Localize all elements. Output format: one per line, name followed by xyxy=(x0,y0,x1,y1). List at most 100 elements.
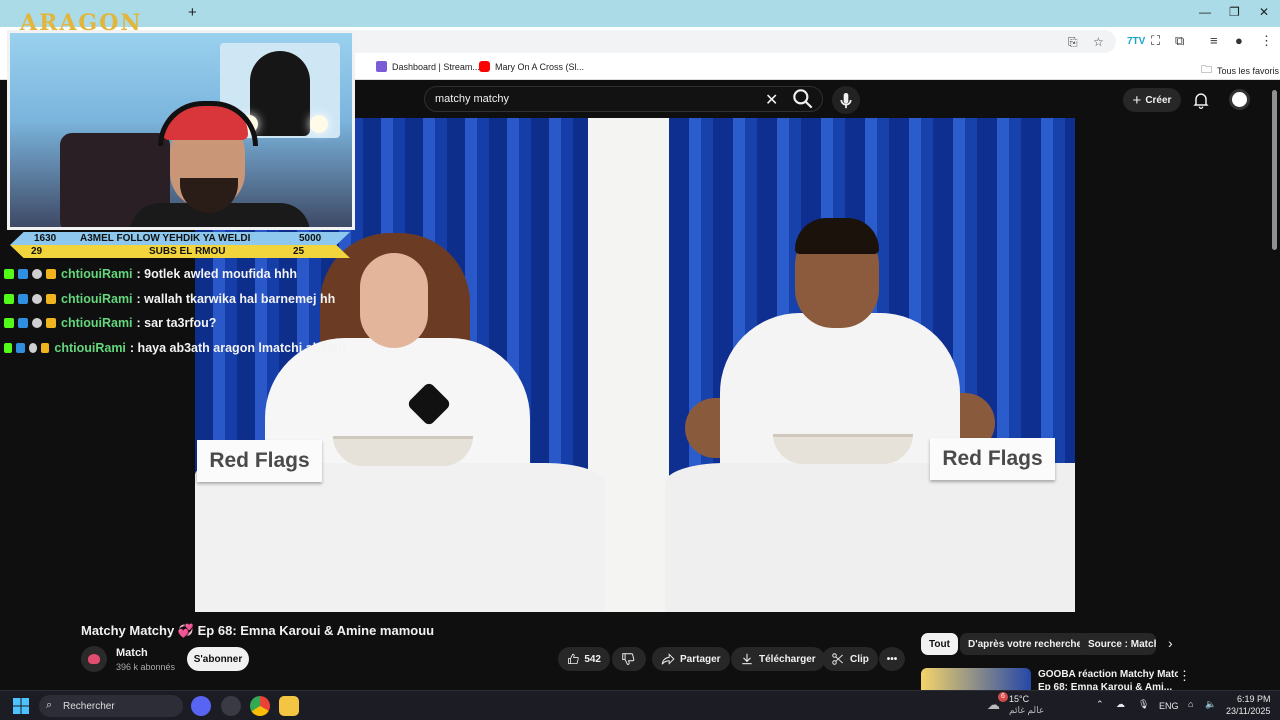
screenshot-extension-icon[interactable]: ⛶ xyxy=(1151,33,1160,49)
follow-goal-current: 1630 xyxy=(34,233,57,244)
poster-figure xyxy=(250,51,310,136)
bookmark-mary-on-a-cross[interactable]: Mary On A Cross (Sl... xyxy=(479,61,584,72)
table-right xyxy=(665,463,1075,612)
aragon-logo: ARAGON xyxy=(20,10,143,36)
network-icon[interactable]: ⌂ xyxy=(1188,699,1193,709)
streamlabs-icon xyxy=(376,61,387,72)
moderator-badge-icon xyxy=(16,342,25,353)
kick-badge-icon xyxy=(4,269,14,280)
weather-temperature: 15°C xyxy=(1009,694,1030,704)
discord-icon[interactable] xyxy=(191,696,211,716)
microphone-icon xyxy=(840,93,852,109)
extension-icon[interactable]: 7TV xyxy=(1127,36,1145,47)
bowl-right xyxy=(773,434,913,464)
microphone-tray-icon[interactable]: 🎙 xyxy=(1138,699,1149,710)
extensions-puzzle-icon[interactable]: ⧉ xyxy=(1175,33,1184,49)
filter-pill-related[interactable]: D'après votre recherche xyxy=(960,633,1091,655)
chevron-right-icon[interactable]: › xyxy=(1168,635,1173,651)
man-hair xyxy=(795,218,879,254)
moon-badge-icon xyxy=(32,293,42,304)
taskbar-search[interactable]: ⌕ Rechercher xyxy=(39,695,183,717)
windows-start-icon[interactable] xyxy=(13,698,29,714)
thumbs-down-icon xyxy=(622,653,635,665)
moderator-badge-icon xyxy=(18,293,28,304)
channel-avatar[interactable] xyxy=(81,646,107,672)
create-button[interactable]: + Créer xyxy=(1123,88,1181,112)
thumbs-up-icon xyxy=(568,653,579,665)
close-window-button[interactable]: ✕ xyxy=(1259,5,1269,19)
maximize-button[interactable]: ❐ xyxy=(1229,5,1240,19)
language-indicator[interactable]: ENG xyxy=(1159,701,1179,711)
install-app-icon[interactable]: ⎘ xyxy=(1068,35,1078,50)
bookmark-dashboard[interactable]: Dashboard | Stream... xyxy=(376,61,480,72)
volume-icon[interactable]: 🔈 xyxy=(1205,699,1216,710)
video-title-episode: Ep 68: Emna Karoui & Amine mamouu xyxy=(197,623,435,638)
minimize-button[interactable]: — xyxy=(1199,5,1211,19)
follow-goal-label: A3MEL FOLLOW YEHDIK YA WELDI xyxy=(80,233,251,244)
chat-username: chtiouiRami xyxy=(61,316,133,331)
bookmark-star-icon[interactable]: ☆ xyxy=(1093,35,1104,49)
chrome-icon[interactable] xyxy=(250,696,270,716)
onedrive-icon[interactable]: ☁ xyxy=(1116,699,1125,710)
like-button[interactable]: 542 xyxy=(558,647,610,671)
share-icon xyxy=(661,653,675,665)
chat-text: : wallah tkarwika hal barnemej hh xyxy=(136,291,336,306)
video-title: Matchy Matchy 💞 Ep 68: Emna Karoui & Ami… xyxy=(81,623,434,639)
channel-name[interactable]: Match xyxy=(116,647,148,659)
notifications-bell-icon[interactable] xyxy=(1191,90,1211,110)
chat-text: : haya ab3ath aragon lmatchi ab3ath xyxy=(129,340,346,355)
windows-taskbar: ⌕ Rechercher ☁ 6 15°C عالم غائم ⌃ ☁ 🎙 EN… xyxy=(0,690,1280,720)
rec-title-line2: Ep 68: Emna Karoui & Ami... xyxy=(1038,682,1173,690)
crown-badge-icon xyxy=(46,269,56,280)
dislike-button[interactable] xyxy=(612,647,646,671)
taskbar-search-label: Rechercher xyxy=(63,700,115,712)
all-bookmarks-folder[interactable]: 🗀 Tous les favoris xyxy=(1201,61,1279,80)
new-tab-button[interactable]: + xyxy=(188,4,197,21)
media-controls-icon[interactable]: ≡ xyxy=(1210,33,1218,48)
clock-date[interactable]: 23/11/2025 xyxy=(1226,706,1270,716)
chat-message: chtiouiRami : sar ta3rfou? xyxy=(0,311,346,336)
profile-extension-icon[interactable]: ● xyxy=(1235,33,1243,48)
browser-tab-bar: + — ❐ ✕ xyxy=(0,0,1280,27)
voice-search-button[interactable] xyxy=(832,86,860,114)
chat-username: chtiouiRami xyxy=(54,340,126,355)
browser-menu-icon[interactable]: ⋮ xyxy=(1260,33,1273,49)
red-flags-sign-left: Red Flags xyxy=(197,440,322,482)
clip-label: Clip xyxy=(850,653,869,665)
more-actions-button[interactable]: ••• xyxy=(879,647,905,671)
filter-pill-all[interactable]: Tout xyxy=(921,633,958,655)
search-box[interactable]: matchy matchy ✕ xyxy=(424,86,823,112)
clear-search-icon[interactable]: ✕ xyxy=(765,90,778,110)
streamer-webcam xyxy=(7,30,355,230)
filter-pill-source[interactable]: Source : Match xyxy=(1080,633,1156,655)
follow-goal-target: 5000 xyxy=(299,233,322,244)
search-icon[interactable] xyxy=(790,86,816,112)
address-bar[interactable]: ⎘ ☆ xyxy=(340,30,1116,53)
recommendation-menu-icon[interactable]: ⋮ xyxy=(1178,668,1191,684)
screen: + — ❐ ✕ ⎘ ☆ 7TV ⛶ ⧉ ≡ ● ⋮ Dashboard | St… xyxy=(0,0,1280,720)
chat-text: : sar ta3rfou? xyxy=(136,316,217,331)
clip-button[interactable]: Clip xyxy=(822,647,878,671)
kick-badge-icon xyxy=(4,293,14,304)
download-button[interactable]: Télécharger xyxy=(731,647,825,671)
page-scrollbar[interactable] xyxy=(1272,90,1277,250)
recommended-video-title[interactable]: GOOBA réaction Matchy Matchy Ep 68: Emna… xyxy=(1038,668,1178,690)
search-input[interactable]: matchy matchy xyxy=(435,93,509,105)
file-explorer-icon[interactable] xyxy=(279,696,299,716)
crown-badge-icon xyxy=(46,318,56,329)
recommended-video-thumbnail[interactable] xyxy=(921,668,1031,690)
subscribe-button[interactable]: S'abonner xyxy=(187,647,249,671)
weather-badge: 6 xyxy=(998,692,1008,702)
openai-app-icon[interactable] xyxy=(221,696,241,716)
youtube-icon xyxy=(479,61,490,72)
all-bookmarks-label: Tous les favoris xyxy=(1217,65,1280,76)
bookmark-label: Dashboard | Stream... xyxy=(392,61,480,72)
account-avatar[interactable] xyxy=(1229,89,1250,110)
search-icon: ⌕ xyxy=(46,699,53,711)
clock-time[interactable]: 6:19 PM xyxy=(1237,694,1271,704)
chat-text: : 9otlek awled moufida hhh xyxy=(136,267,297,282)
share-button[interactable]: Partager xyxy=(652,647,730,671)
moon-badge-icon xyxy=(28,342,38,353)
chat-username: chtiouiRami xyxy=(61,291,133,306)
tray-chevron-up-icon[interactable]: ⌃ xyxy=(1096,699,1104,710)
